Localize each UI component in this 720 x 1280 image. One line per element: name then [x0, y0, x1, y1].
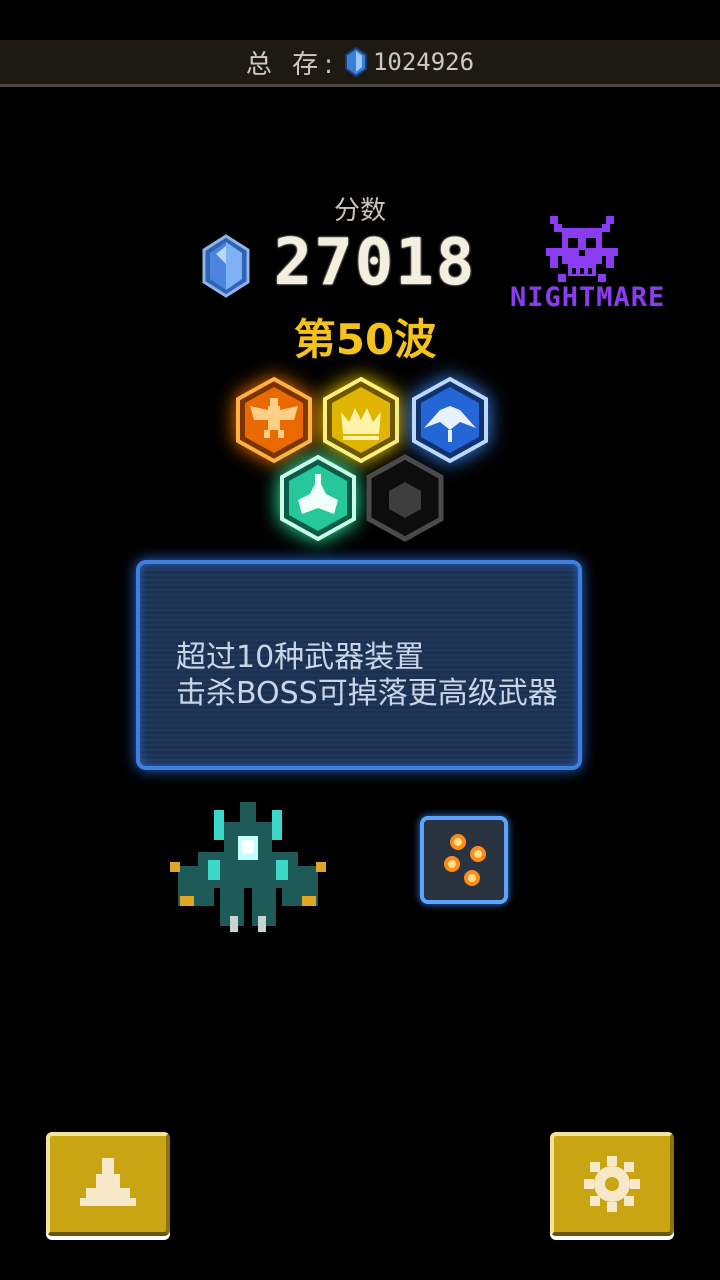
eagle-medal[interactable] — [234, 376, 314, 464]
ship-medal[interactable] — [278, 454, 358, 542]
total-gems-value: 1024926 — [372, 48, 475, 76]
tip-panel: 超过10种武器装置 击杀BOSS可掉落更高级武器 — [136, 560, 582, 770]
total-gems-label: 总 存: — [245, 49, 339, 80]
orange-orbs-powerup-icon[interactable] — [420, 816, 508, 904]
blue-gem-icon — [344, 47, 367, 77]
difficulty-label: NIGHTMARE — [510, 282, 666, 313]
ship-icon — [80, 1158, 136, 1206]
wave-number: 第50波 — [293, 315, 437, 364]
settings-button[interactable] — [550, 1132, 674, 1236]
tip-line-2: 击杀BOSS可掉落更高级武器 — [176, 676, 558, 711]
score-label: 分数 — [333, 196, 386, 226]
score-value: 27018 — [273, 226, 477, 300]
purple-skull-icon — [546, 216, 618, 282]
manta-medal[interactable] — [410, 376, 490, 464]
total-gems-bar: 总 存: 1024926 — [0, 40, 720, 87]
crown-medal[interactable] — [321, 376, 401, 464]
player-ship-sprite — [170, 802, 326, 932]
gear-icon — [584, 1156, 640, 1212]
locked-medal[interactable] — [365, 454, 445, 542]
hangar-ship-button[interactable] — [46, 1132, 170, 1236]
blue-gem-icon — [202, 234, 250, 298]
